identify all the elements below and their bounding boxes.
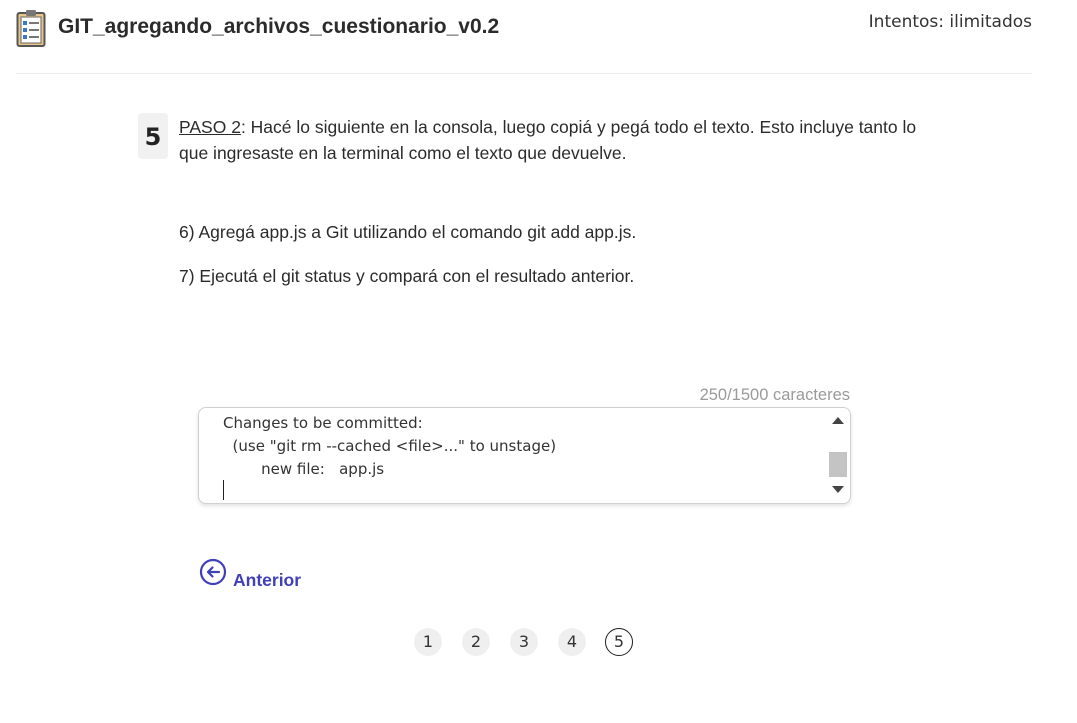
prompt-text: : Hacé lo siguiente en la consola, luego…	[179, 117, 917, 163]
quiz-title: GIT_agregando_archivos_cuestionario_v0.2	[58, 15, 500, 38]
page-button-4[interactable]: 4	[558, 628, 586, 656]
character-counter: 250/1500 caracteres	[699, 386, 850, 404]
scroll-down-arrow-icon[interactable]	[832, 486, 844, 493]
clipboard-checklist-icon	[16, 10, 46, 47]
page-button-5-current[interactable]: 5	[605, 628, 633, 656]
step-label: PASO 2	[179, 117, 241, 137]
page-button-2[interactable]: 2	[462, 628, 490, 656]
scroll-thumb[interactable]	[829, 452, 847, 477]
textarea-scrollbar[interactable]	[826, 408, 850, 503]
answer-text[interactable]: Changes to be committed: (use "git rm --…	[223, 412, 556, 481]
answer-textarea[interactable]: Changes to be committed: (use "git rm --…	[198, 407, 851, 504]
header-divider	[16, 73, 1032, 74]
attempts-info: Intentos: ilimitados	[868, 12, 1032, 32]
scroll-up-arrow-icon[interactable]	[832, 417, 844, 424]
pagination: 1 2 3 4 5	[413, 628, 643, 658]
page-button-3[interactable]: 3	[510, 628, 538, 656]
arrow-left-circle-icon	[199, 558, 227, 586]
page-button-1[interactable]: 1	[414, 628, 442, 656]
instruction-item: 6) Agregá app.js a Git utilizando el com…	[179, 222, 637, 242]
instruction-item: 7) Ejecutá el git status y compará con e…	[179, 266, 635, 286]
text-caret	[223, 480, 224, 500]
question-number: 5	[138, 113, 168, 159]
header: GIT_agregando_archivos_cuestionario_v0.2…	[0, 0, 1077, 74]
question-prompt: PASO 2: Hacé lo siguiente en la consola,…	[179, 114, 919, 166]
previous-button-label: Anterior	[233, 570, 302, 590]
